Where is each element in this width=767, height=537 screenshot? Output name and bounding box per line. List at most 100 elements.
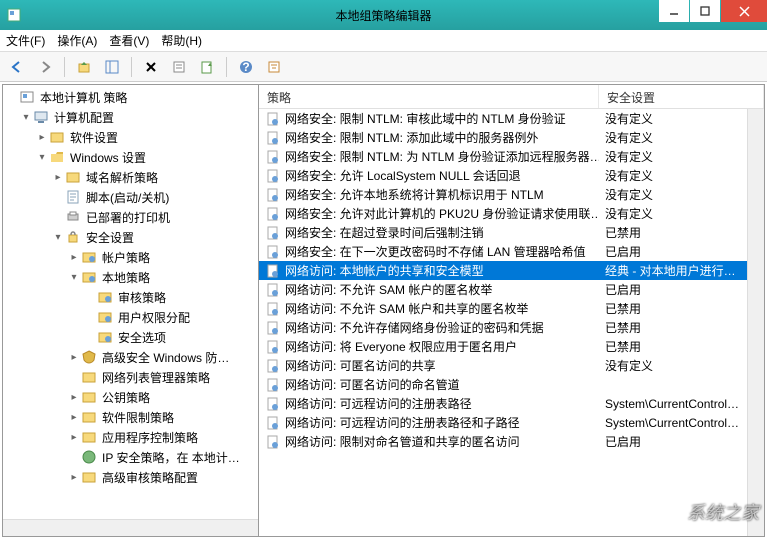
list-row[interactable]: 网络访问: 本地帐户的共享和安全模型经典 - 对本地用户进行… (259, 261, 764, 280)
minimize-button[interactable] (659, 0, 689, 22)
tree-node-user-rights[interactable]: ▸ 用户权限分配 (3, 307, 258, 327)
list-row[interactable]: 网络安全: 在超过登录时间后强制注销已禁用 (259, 223, 764, 242)
policy-text: 网络访问: 可匿名访问的共享 (285, 357, 436, 374)
setting-cell: 没有定义 (599, 186, 764, 203)
tree-label: 公钥策略 (100, 388, 152, 407)
tree-label: 本地策略 (100, 268, 152, 287)
tree-node-computer-config[interactable]: ▾ 计算机配置 (3, 107, 258, 127)
list-row[interactable]: 网络安全: 允许本地系统将计算机标识用于 NTLM没有定义 (259, 185, 764, 204)
tree-node-nlm-policy[interactable]: ▸ 网络列表管理器策略 (3, 367, 258, 387)
tree-node-windows-settings[interactable]: ▾ Windows 设置 (3, 147, 258, 167)
list-row[interactable]: 网络安全: 限制 NTLM: 添加此域中的服务器例外没有定义 (259, 128, 764, 147)
forward-button[interactable] (34, 56, 56, 78)
collapse-icon[interactable]: ▾ (35, 152, 49, 163)
list-row[interactable]: 网络访问: 可远程访问的注册表路径System\CurrentControl… (259, 394, 764, 413)
filter-button[interactable] (263, 56, 285, 78)
policy-icon (265, 415, 281, 431)
computer-icon (33, 109, 49, 125)
expand-icon[interactable]: ▸ (67, 352, 81, 363)
script-icon (65, 189, 81, 205)
folder-icon (81, 369, 97, 385)
menu-bar: 文件(F) 操作(A) 查看(V) 帮助(H) (0, 30, 767, 52)
tree-node-security-options[interactable]: ▸ 安全选项 (3, 327, 258, 347)
list-pane[interactable]: 策略 安全设置 网络安全: 限制 NTLM: 审核此域中的 NTLM 身份验证没… (259, 85, 764, 536)
toolbar: ? (0, 52, 767, 82)
tree-label: 安全选项 (116, 328, 168, 347)
policy-cell: 网络访问: 本地帐户的共享和安全模型 (259, 262, 599, 279)
policy-text: 网络安全: 在下一次更改密码时不存储 LAN 管理器哈希值 (285, 243, 586, 260)
show-tree-button[interactable] (101, 56, 123, 78)
tree-node-local-policy[interactable]: ▾ 本地策略 (3, 267, 258, 287)
maximize-button[interactable] (690, 0, 720, 22)
expand-icon[interactable]: ▸ (35, 132, 49, 143)
column-header-setting[interactable]: 安全设置 (599, 85, 764, 108)
tree-label: 用户权限分配 (116, 308, 192, 327)
menu-action[interactable]: 操作(A) (57, 32, 97, 49)
expand-icon[interactable]: ▸ (67, 412, 81, 423)
policy-cell: 网络安全: 允许对此计算机的 PKU2U 身份验证请求使用联… (259, 205, 599, 222)
list-row[interactable]: 网络访问: 可匿名访问的命名管道 (259, 375, 764, 394)
expand-icon[interactable]: ▸ (67, 472, 81, 483)
expand-icon[interactable]: ▸ (67, 392, 81, 403)
tree-node-adv-firewall[interactable]: ▸ 高级安全 Windows 防… (3, 347, 258, 367)
expand-icon[interactable]: ▸ (67, 432, 81, 443)
collapse-icon[interactable]: ▾ (19, 112, 33, 123)
properties-button[interactable] (168, 56, 190, 78)
tree-node-name-resolution[interactable]: ▸ 域名解析策略 (3, 167, 258, 187)
menu-file[interactable]: 文件(F) (6, 32, 45, 49)
tree-horizontal-scrollbar[interactable] (3, 519, 258, 536)
list-row[interactable]: 网络访问: 不允许 SAM 帐户的匿名枚举已启用 (259, 280, 764, 299)
list-row[interactable]: 网络安全: 在下一次更改密码时不存储 LAN 管理器哈希值已启用 (259, 242, 764, 261)
menu-help[interactable]: 帮助(H) (161, 32, 202, 49)
list-row[interactable]: 网络访问: 限制对命名管道和共享的匿名访问已启用 (259, 432, 764, 451)
policy-icon (265, 339, 281, 355)
delete-button[interactable] (140, 56, 162, 78)
list-row[interactable]: 网络访问: 不允许存储网络身份验证的密码和凭据已禁用 (259, 318, 764, 337)
tree-node-deployed-printers[interactable]: ▸ 已部署的打印机 (3, 207, 258, 227)
tree-pane[interactable]: ▸ 本地计算机 策略 ▾ 计算机配置 ▸ 软件设置 ▾ Windows 设置 ▸ (3, 85, 259, 536)
policy-icon (265, 282, 281, 298)
setting-cell: 没有定义 (599, 357, 764, 374)
policy-icon (265, 396, 281, 412)
toolbar-separator (131, 57, 132, 77)
tree-node-account-policy[interactable]: ▸ 帐户策略 (3, 247, 258, 267)
list-vertical-scrollbar[interactable] (747, 109, 764, 536)
tree-node-sw-restrict[interactable]: ▸ 软件限制策略 (3, 407, 258, 427)
list-row[interactable]: 网络安全: 限制 NTLM: 为 NTLM 身份验证添加远程服务器…没有定义 (259, 147, 764, 166)
column-header-policy[interactable]: 策略 (259, 85, 599, 108)
expand-icon[interactable]: ▸ (67, 252, 81, 263)
collapse-icon[interactable]: ▾ (67, 272, 81, 283)
list-row[interactable]: 网络访问: 可远程访问的注册表路径和子路径System\CurrentContr… (259, 413, 764, 432)
export-button[interactable] (196, 56, 218, 78)
list-row[interactable]: 网络安全: 允许 LocalSystem NULL 会话回退没有定义 (259, 166, 764, 185)
setting-cell: 已禁用 (599, 300, 764, 317)
close-button[interactable] (721, 0, 767, 22)
back-button[interactable] (6, 56, 28, 78)
tree-node-scripts[interactable]: ▸ 脚本(启动/关机) (3, 187, 258, 207)
list-row[interactable]: 网络访问: 将 Everyone 权限应用于匿名用户已禁用 (259, 337, 764, 356)
help-button[interactable]: ? (235, 56, 257, 78)
collapse-icon[interactable]: ▾ (51, 232, 65, 243)
tree-node-root[interactable]: ▸ 本地计算机 策略 (3, 87, 258, 107)
list-row[interactable]: 网络访问: 可匿名访问的共享 没有定义 (259, 356, 764, 375)
expand-icon[interactable]: ▸ (51, 172, 65, 183)
up-button[interactable] (73, 56, 95, 78)
tree-node-audit-policy[interactable]: ▸ 审核策略 (3, 287, 258, 307)
tree-node-security-settings[interactable]: ▾ 安全设置 (3, 227, 258, 247)
list-row[interactable]: 网络安全: 允许对此计算机的 PKU2U 身份验证请求使用联…没有定义 (259, 204, 764, 223)
list-row[interactable]: 网络访问: 不允许 SAM 帐户和共享的匿名枚举已禁用 (259, 299, 764, 318)
list-row[interactable]: 网络安全: 限制 NTLM: 审核此域中的 NTLM 身份验证没有定义 (259, 109, 764, 128)
folder-icon (81, 389, 97, 405)
tree-node-ip-sec[interactable]: ▸ IP 安全策略，在 本地计… (3, 447, 258, 467)
tree-node-app-control[interactable]: ▸ 应用程序控制策略 (3, 427, 258, 447)
tree-node-software-settings[interactable]: ▸ 软件设置 (3, 127, 258, 147)
folder-icon (49, 129, 65, 145)
tree-node-adv-audit[interactable]: ▸ 高级审核策略配置 (3, 467, 258, 487)
tree-node-pubkey-policy[interactable]: ▸ 公钥策略 (3, 387, 258, 407)
menu-view[interactable]: 查看(V) (109, 32, 149, 49)
setting-cell: 没有定义 (599, 110, 764, 127)
setting-cell: 已启用 (599, 243, 764, 260)
policy-folder-icon (97, 309, 113, 325)
policy-folder-icon (97, 289, 113, 305)
setting-cell: 没有定义 (599, 148, 764, 165)
